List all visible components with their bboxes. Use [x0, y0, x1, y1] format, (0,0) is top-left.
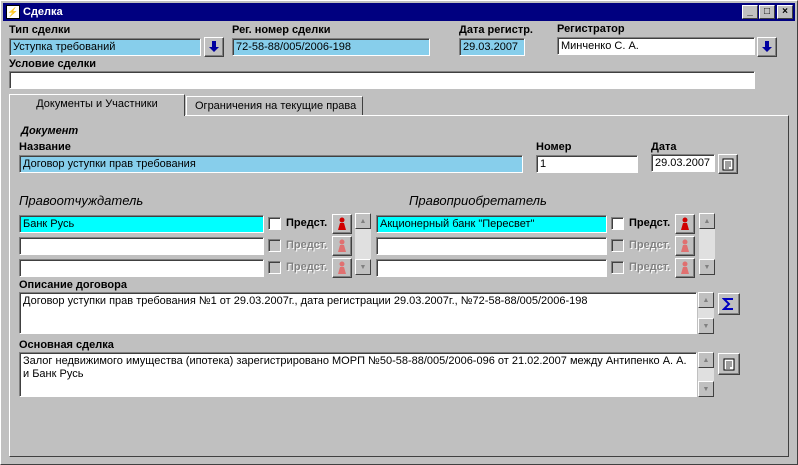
registrar-dropdown-button[interactable] [757, 37, 777, 57]
main-deal-scrollbar[interactable]: ▲ ▼ [698, 352, 714, 397]
document-section-label: Документ [21, 125, 79, 137]
doc-date-picker-button[interactable] [718, 154, 738, 174]
app-icon: ⚡ [6, 5, 20, 19]
sum-button[interactable] [718, 293, 740, 315]
minimize-button[interactable]: _ [742, 5, 758, 19]
maximize-button[interactable]: □ [759, 5, 775, 19]
acquirer-label: Правоприобретатель [409, 193, 547, 208]
acquirer-field-3[interactable] [376, 259, 607, 277]
person-icon [681, 217, 689, 230]
alienator-field-3[interactable] [19, 259, 264, 277]
person-icon [681, 261, 689, 274]
arrow-down-icon [209, 41, 219, 52]
scroll-down-icon[interactable]: ▼ [355, 259, 371, 275]
acquirer-scrollbar[interactable]: ▲ ▼ [699, 213, 715, 275]
notepad-icon [723, 358, 735, 370]
doc-name-field[interactable]: Договор уступки прав требования [19, 155, 523, 173]
doc-number-field[interactable]: 1 [536, 155, 638, 173]
alienator-predst-checkbox-1[interactable] [268, 217, 281, 230]
alienator-person-button-1[interactable] [332, 214, 352, 234]
deal-type-field[interactable]: Уступка требований [9, 38, 201, 56]
alienator-predst-label-2: Предст. [286, 239, 328, 251]
scroll-up-icon[interactable]: ▲ [355, 213, 371, 229]
deal-type-dropdown-button[interactable] [204, 37, 224, 57]
deal-type-label: Тип сделки [9, 24, 71, 36]
alienator-label: Правоотчуждатель [19, 193, 144, 208]
reg-number-field[interactable]: 72-58-88/005/2006-198 [232, 38, 430, 56]
acquirer-predst-checkbox-1[interactable] [611, 217, 624, 230]
alienator-predst-checkbox-2[interactable] [268, 239, 281, 252]
scroll-down-icon[interactable]: ▼ [698, 381, 714, 397]
alienator-field-1[interactable]: Банк Русь [19, 215, 264, 233]
notepad-icon [722, 158, 734, 170]
acquirer-predst-label-1: Предст. [629, 217, 671, 229]
window-title: Сделка [23, 6, 63, 18]
tab-restrictions[interactable]: Ограничения на текущие права [186, 96, 363, 116]
scroll-up-icon[interactable]: ▲ [698, 292, 714, 308]
registrar-field[interactable]: Минченко С. А. [557, 37, 755, 55]
arrow-down-icon [762, 41, 772, 52]
scroll-down-icon[interactable]: ▼ [699, 259, 715, 275]
deal-window: ⚡ Сделка _ □ × Тип сделки Уступка требов… [0, 0, 798, 465]
condition-field[interactable] [9, 71, 755, 89]
alienator-field-2[interactable] [19, 237, 264, 255]
window-controls: _ □ × [741, 5, 793, 19]
main-deal-label: Основная сделка [19, 339, 114, 351]
doc-date-field[interactable]: 29.03.2007 [651, 154, 715, 172]
acquirer-field-1[interactable]: Акционерный банк "Пересвет" [376, 215, 607, 233]
reg-date-label: Дата регистр. [459, 24, 533, 36]
acquirer-predst-checkbox-2[interactable] [611, 239, 624, 252]
close-button[interactable]: × [777, 5, 793, 19]
main-deal-select-button[interactable] [718, 353, 740, 375]
sigma-icon [722, 298, 733, 310]
person-icon [338, 239, 346, 252]
acquirer-predst-label-3: Предст. [629, 261, 671, 273]
contract-scrollbar[interactable]: ▲ ▼ [698, 292, 714, 334]
acquirer-person-button-3[interactable] [675, 258, 695, 278]
alienator-person-button-2[interactable] [332, 236, 352, 256]
acquirer-predst-label-2: Предст. [629, 239, 671, 251]
contract-description-field[interactable]: Договор уступки прав требования №1 от 29… [19, 292, 697, 334]
doc-name-label: Название [19, 141, 71, 153]
alienator-scrollbar[interactable]: ▲ ▼ [355, 213, 371, 275]
title-bar: ⚡ Сделка _ □ × [3, 3, 795, 21]
scroll-down-icon[interactable]: ▼ [698, 318, 714, 334]
person-icon [338, 217, 346, 230]
scroll-up-icon[interactable]: ▲ [699, 213, 715, 229]
acquirer-person-button-1[interactable] [675, 214, 695, 234]
registrar-label: Регистратор [557, 23, 625, 35]
acquirer-predst-checkbox-3[interactable] [611, 261, 624, 274]
doc-date-label: Дата [651, 141, 677, 153]
scroll-up-icon[interactable]: ▲ [698, 352, 714, 368]
acquirer-person-button-2[interactable] [675, 236, 695, 256]
acquirer-field-2[interactable] [376, 237, 607, 255]
reg-number-label: Рег. номер сделки [232, 24, 331, 36]
reg-date-field[interactable]: 29.03.2007 [459, 38, 525, 56]
condition-label: Условие сделки [9, 58, 97, 70]
doc-number-label: Номер [536, 141, 572, 153]
main-deal-field[interactable]: Залог недвижимого имущества (ипотека) за… [19, 352, 697, 397]
alienator-predst-label-3: Предст. [286, 261, 328, 273]
alienator-predst-checkbox-3[interactable] [268, 261, 281, 274]
tab-documents-participants[interactable]: Документы и Участники [9, 94, 185, 116]
contract-label: Описание договора [19, 279, 127, 291]
alienator-person-button-3[interactable] [332, 258, 352, 278]
alienator-predst-label-1: Предст. [286, 217, 328, 229]
person-icon [338, 261, 346, 274]
person-icon [681, 239, 689, 252]
